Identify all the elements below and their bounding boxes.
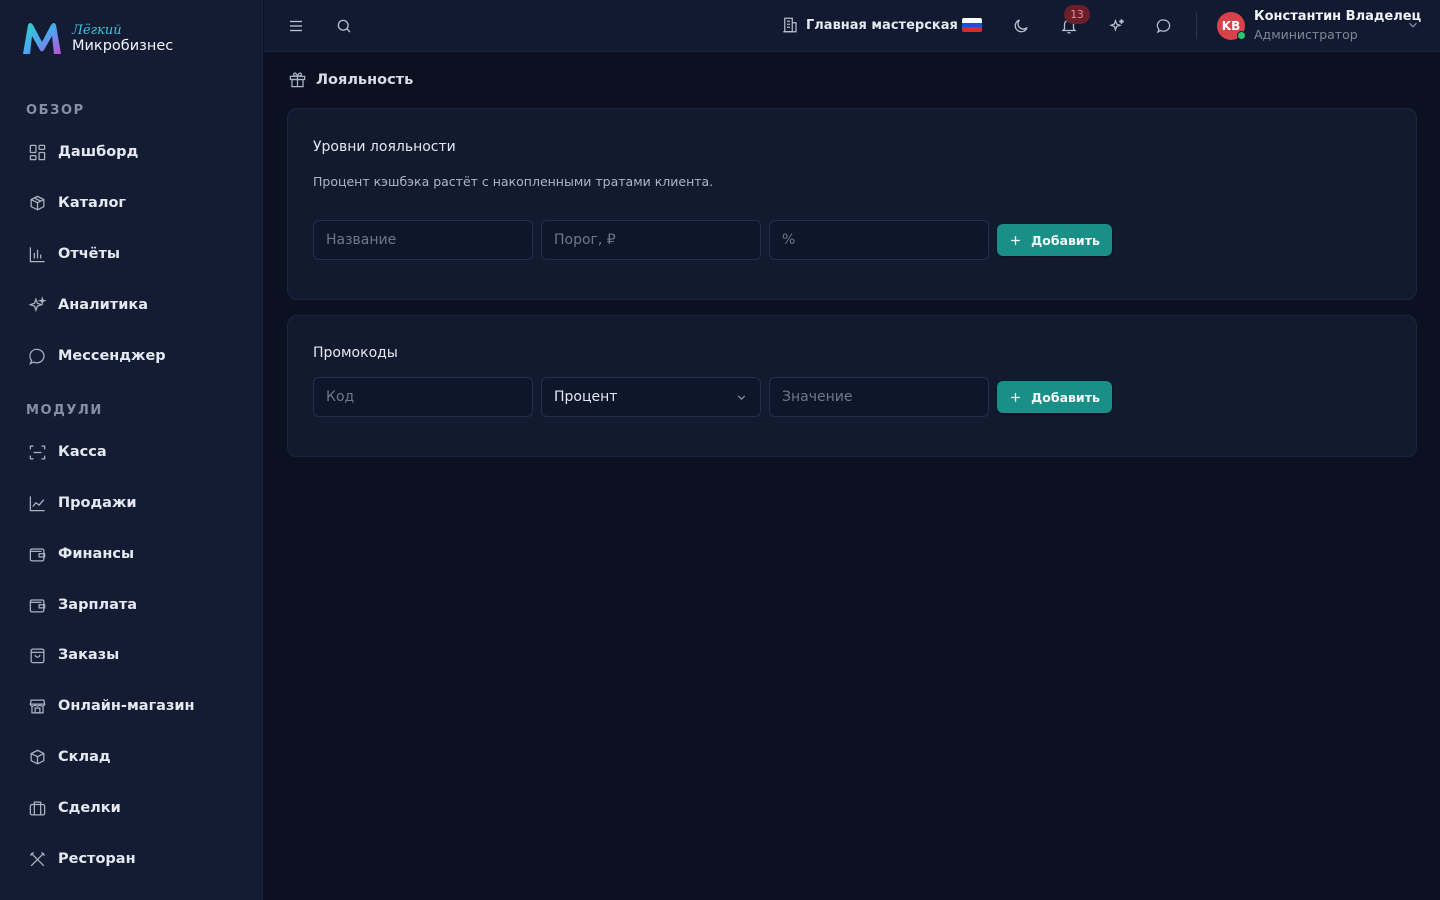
wallet-icon (26, 594, 48, 616)
chat-icon (26, 345, 48, 367)
utensils-icon (26, 848, 48, 870)
workshop-selector[interactable]: Главная мастерская (781, 16, 958, 34)
level-percent-input[interactable] (769, 220, 989, 260)
sidebar-item-warehouse[interactable]: Склад (26, 740, 246, 774)
sidebar-item-label: Финансы (58, 546, 135, 562)
sidebar-item-label: Склад (58, 749, 111, 765)
sidebar-item-label: Аналитика (58, 297, 148, 313)
search-icon[interactable] (332, 14, 356, 38)
breadcrumb: Лояльность (288, 70, 413, 89)
store-icon (26, 695, 48, 717)
promo-type-select[interactable]: Процент (541, 377, 761, 417)
logo-bottom-text: Микробизнес (72, 38, 174, 55)
promo-value-input[interactable] (769, 377, 989, 417)
moon-icon[interactable] (1009, 14, 1033, 38)
language-flag-icon[interactable] (962, 18, 982, 32)
sidebar-item-label: Продажи (58, 495, 137, 511)
topbar-divider (1196, 13, 1197, 39)
sidebar-item-orders[interactable]: Заказы (26, 638, 246, 672)
level-threshold-input[interactable] (541, 220, 761, 260)
box-icon (26, 746, 48, 768)
notification-badge: 13 (1064, 5, 1090, 24)
add-level-button[interactable]: Добавить (997, 224, 1112, 256)
chat-icon[interactable] (1152, 14, 1176, 38)
sidebar-item-label: Зарплата (58, 597, 138, 613)
sidebar: Лёгкий Микробизнес ОБЗОР Дашборд Каталог… (0, 0, 263, 900)
sidebar-item-label: Ресторан (58, 851, 136, 867)
workshop-name: Главная мастерская (806, 17, 958, 33)
wallet-icon (26, 543, 48, 565)
add-promo-button[interactable]: Добавить (997, 381, 1112, 413)
promo-codes-card: Промокоды Процент Добавить (287, 315, 1417, 457)
sidebar-item-finance[interactable]: Финансы (26, 537, 246, 571)
sidebar-item-messenger[interactable]: Мессенджер (26, 339, 246, 373)
logo[interactable]: Лёгкий Микробизнес (20, 20, 173, 58)
logo-mark-icon (23, 23, 61, 54)
sidebar-item-label: Заказы (58, 647, 120, 663)
chevron-down-icon (737, 394, 746, 400)
sidebar-item-label: Касса (58, 444, 107, 460)
loyalty-levels-card: Уровни лояльности Процент кэшбэка растёт… (287, 108, 1417, 300)
online-status-dot (1237, 31, 1246, 40)
reports-icon (26, 243, 48, 265)
sidebar-item-reports[interactable]: Отчёты (26, 237, 246, 271)
sparkles-icon[interactable] (1105, 14, 1129, 38)
catalog-icon (26, 192, 48, 214)
add-promo-label: Добавить (1031, 389, 1100, 405)
user-role: Администратор (1254, 27, 1358, 42)
gift-icon (289, 72, 306, 88)
logo-top-text: Лёгкий (72, 23, 122, 39)
add-level-label: Добавить (1031, 232, 1100, 248)
scan-icon (26, 441, 48, 463)
topbar: Главная мастерская 13 KB Константин Влад… (264, 0, 1440, 52)
sidebar-item-label: Каталог (58, 195, 126, 211)
sidebar-item-online-store[interactable]: Онлайн-магазин (26, 689, 246, 723)
building-icon (783, 17, 797, 33)
sidebar-item-label: Онлайн-магазин (58, 698, 195, 714)
plus-icon (1011, 392, 1020, 402)
plus-icon (1011, 235, 1020, 245)
sidebar-item-label: Сделки (58, 800, 121, 816)
card-subtitle: Процент кэшбэка растёт с накопленными тр… (313, 174, 714, 189)
sidebar-item-cashbox[interactable]: Касса (26, 435, 246, 469)
promo-code-input[interactable] (313, 377, 533, 417)
section-label-modules: МОДУЛИ (26, 403, 103, 418)
sidebar-item-dashboard[interactable]: Дашборд (26, 135, 246, 169)
card-title: Промокоды (313, 345, 398, 361)
sidebar-item-label: Мессенджер (58, 348, 166, 364)
menu-icon[interactable] (284, 14, 308, 38)
sidebar-item-restaurant[interactable]: Ресторан (26, 842, 246, 876)
sidebar-item-label: Дашборд (58, 144, 139, 160)
level-name-input[interactable] (313, 220, 533, 260)
promo-type-value: Процент (554, 389, 618, 405)
section-label-overview: ОБЗОР (26, 103, 85, 118)
sidebar-item-catalog[interactable]: Каталог (26, 186, 246, 220)
line-chart-icon (26, 492, 48, 514)
briefcase-icon (26, 797, 48, 819)
chevron-down-icon[interactable] (1406, 18, 1420, 32)
dashboard-icon (26, 141, 48, 163)
bag-icon (26, 644, 48, 666)
sidebar-item-label: Отчёты (58, 246, 121, 262)
sidebar-item-sales[interactable]: Продажи (26, 486, 246, 520)
user-name[interactable]: Константин Владелец (1254, 9, 1421, 24)
sidebar-item-analytics[interactable]: Аналитика (26, 288, 246, 322)
sidebar-item-salary[interactable]: Зарплата (26, 588, 246, 622)
card-title: Уровни лояльности (313, 139, 456, 155)
page-title: Лояльность (316, 71, 414, 88)
sidebar-item-deals[interactable]: Сделки (26, 791, 246, 825)
sparkles-icon (26, 294, 48, 316)
